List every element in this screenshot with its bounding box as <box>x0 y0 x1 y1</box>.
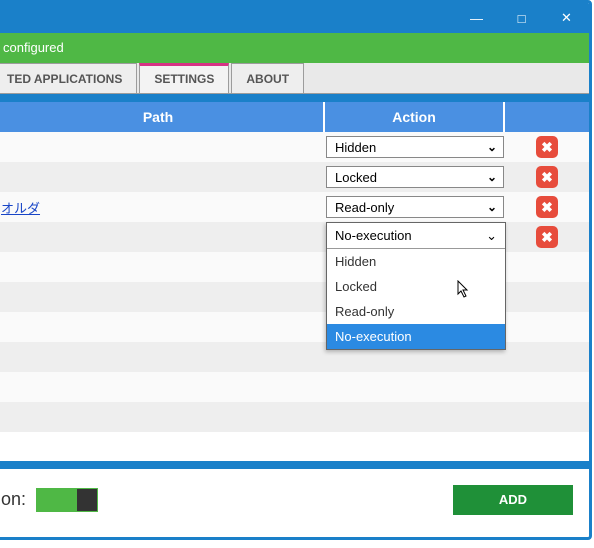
toggle-off <box>77 489 97 511</box>
action-select[interactable]: Locked ⌄ <box>326 166 504 188</box>
table-row: オルダ Read-only ⌄ ✖ <box>0 192 589 222</box>
close-icon: ✖ <box>541 199 553 216</box>
divider-top <box>0 94 589 102</box>
action-cell: Hidden ⌄ <box>325 136 505 158</box>
delete-cell: ✖ <box>505 226 589 248</box>
status-banner: configured <box>0 33 589 63</box>
table-body: Hidden ⌄ ✖ Locked ⌄ ✖ オルダ <box>0 132 589 432</box>
delete-cell: ✖ <box>505 196 589 218</box>
toggle-on <box>37 489 77 511</box>
table-row: Hidden ⌄ ✖ <box>0 132 589 162</box>
action-select[interactable]: Hidden ⌄ <box>326 136 504 158</box>
tab-about[interactable]: ABOUT <box>231 63 304 93</box>
dropdown-option-locked[interactable]: Locked <box>327 274 505 299</box>
table-row <box>0 372 589 402</box>
action-select[interactable]: No-execution ⌄ <box>327 223 505 249</box>
table-row <box>0 402 589 432</box>
tab-applications[interactable]: TED APPLICATIONS <box>0 63 137 93</box>
delete-button[interactable]: ✖ <box>536 196 558 218</box>
tab-settings[interactable]: SETTINGS <box>139 63 229 93</box>
action-select-value: Locked <box>335 170 377 185</box>
delete-button[interactable]: ✖ <box>536 136 558 158</box>
delete-button[interactable]: ✖ <box>536 166 558 188</box>
path-cell[interactable]: オルダ <box>0 198 325 217</box>
column-delete <box>505 102 589 132</box>
dropdown-option-readonly[interactable]: Read-only <box>327 299 505 324</box>
action-select-value: No-execution <box>335 223 412 249</box>
table-header: Path Action <box>0 102 589 132</box>
toggle-label: on: <box>1 489 26 510</box>
titlebar: — □ ✕ <box>0 3 589 33</box>
dropdown-option-noexecution[interactable]: No-execution <box>327 324 505 349</box>
app-window: — □ ✕ configured TED APPLICATIONS SETTIN… <box>0 0 592 540</box>
action-dropdown: No-execution ⌄ Hidden Locked Read-only N… <box>326 222 506 350</box>
footer-left: on: <box>1 488 98 512</box>
protection-toggle[interactable] <box>36 488 98 512</box>
window-minimize-button[interactable]: — <box>454 3 499 33</box>
action-select[interactable]: Read-only ⌄ <box>326 196 504 218</box>
table-row: Locked ⌄ ✖ <box>0 162 589 192</box>
chevron-down-icon: ⌄ <box>487 200 497 214</box>
delete-cell: ✖ <box>505 136 589 158</box>
action-cell: Read-only ⌄ <box>325 196 505 218</box>
chevron-down-icon: ⌄ <box>486 223 497 249</box>
close-icon: ✖ <box>541 169 553 186</box>
close-icon: ✖ <box>541 139 553 156</box>
chevron-down-icon: ⌄ <box>487 140 497 154</box>
action-select-value: Read-only <box>335 200 394 215</box>
dropdown-option-hidden[interactable]: Hidden <box>327 249 505 274</box>
window-close-button[interactable]: ✕ <box>544 3 589 33</box>
column-path: Path <box>0 102 325 132</box>
add-button[interactable]: ADD <box>453 485 573 515</box>
column-action: Action <box>325 102 505 132</box>
table-row: ✖ No-execution ⌄ Hidden Locked Read-only… <box>0 222 589 252</box>
delete-button[interactable]: ✖ <box>536 226 558 248</box>
chevron-down-icon: ⌄ <box>487 170 497 184</box>
action-select-value: Hidden <box>335 140 376 155</box>
close-icon: ✖ <box>541 229 553 246</box>
delete-cell: ✖ <box>505 166 589 188</box>
window-maximize-button[interactable]: □ <box>499 3 544 33</box>
footer: on: ADD <box>0 467 589 537</box>
tabs: TED APPLICATIONS SETTINGS ABOUT <box>0 63 589 94</box>
action-cell: Locked ⌄ <box>325 166 505 188</box>
